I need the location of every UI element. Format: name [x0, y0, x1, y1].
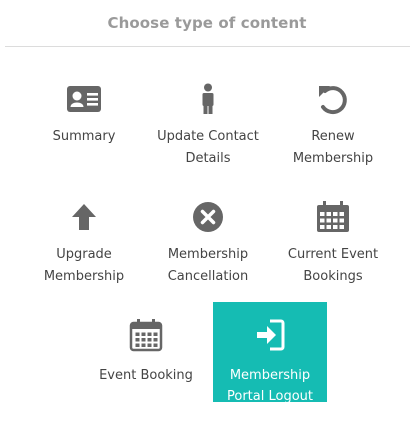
renew-membership-tile[interactable]: Renew Membership: [276, 80, 390, 180]
cancellation-label-line-2: Cancellation: [167, 269, 249, 284]
header-divider: [5, 46, 410, 47]
arrow-up-icon: [27, 200, 141, 234]
calendar-outline-icon: [89, 318, 203, 352]
event-booking-label: Event Booking: [99, 368, 193, 383]
cancellation-label-line-1: Membership: [167, 247, 249, 262]
summary-tile[interactable]: Summary: [27, 80, 141, 180]
current-event-label-line-1: Current Event: [287, 247, 379, 262]
id-card-icon: [27, 82, 141, 116]
undo-icon: [276, 82, 390, 116]
renew-label-line-2: Membership: [292, 151, 374, 166]
person-icon: [151, 82, 265, 116]
sign-in-icon: [213, 318, 327, 352]
logout-label-line-2: Portal Logout: [227, 389, 313, 402]
upgrade-membership-tile[interactable]: Upgrade Membership: [27, 198, 141, 298]
update-contact-label-line-1: Update Contact: [157, 129, 259, 144]
x-circle-icon: [151, 200, 265, 234]
current-event-label-line-2: Bookings: [303, 269, 363, 284]
upgrade-label-line-1: Upgrade: [56, 247, 112, 262]
membership-cancellation-tile[interactable]: Membership Cancellation: [151, 198, 265, 298]
logout-label-line-1: Membership: [229, 368, 311, 383]
renew-label-line-1: Renew: [311, 129, 355, 144]
dialog-title: Choose type of content: [107, 14, 307, 32]
current-event-bookings-tile[interactable]: Current Event Bookings: [276, 198, 390, 298]
calendar-icon: [276, 200, 390, 234]
dialog-header: Choose type of content: [0, 0, 414, 46]
update-contact-details-tile[interactable]: Update Contact Details: [151, 80, 265, 180]
event-booking-tile[interactable]: Event Booking: [89, 302, 203, 402]
update-contact-label-line-2: Details: [185, 151, 231, 166]
membership-portal-logout-tile[interactable]: Membership Portal Logout: [213, 302, 327, 402]
upgrade-label-line-2: Membership: [43, 269, 125, 284]
summary-label: Summary: [52, 129, 116, 144]
